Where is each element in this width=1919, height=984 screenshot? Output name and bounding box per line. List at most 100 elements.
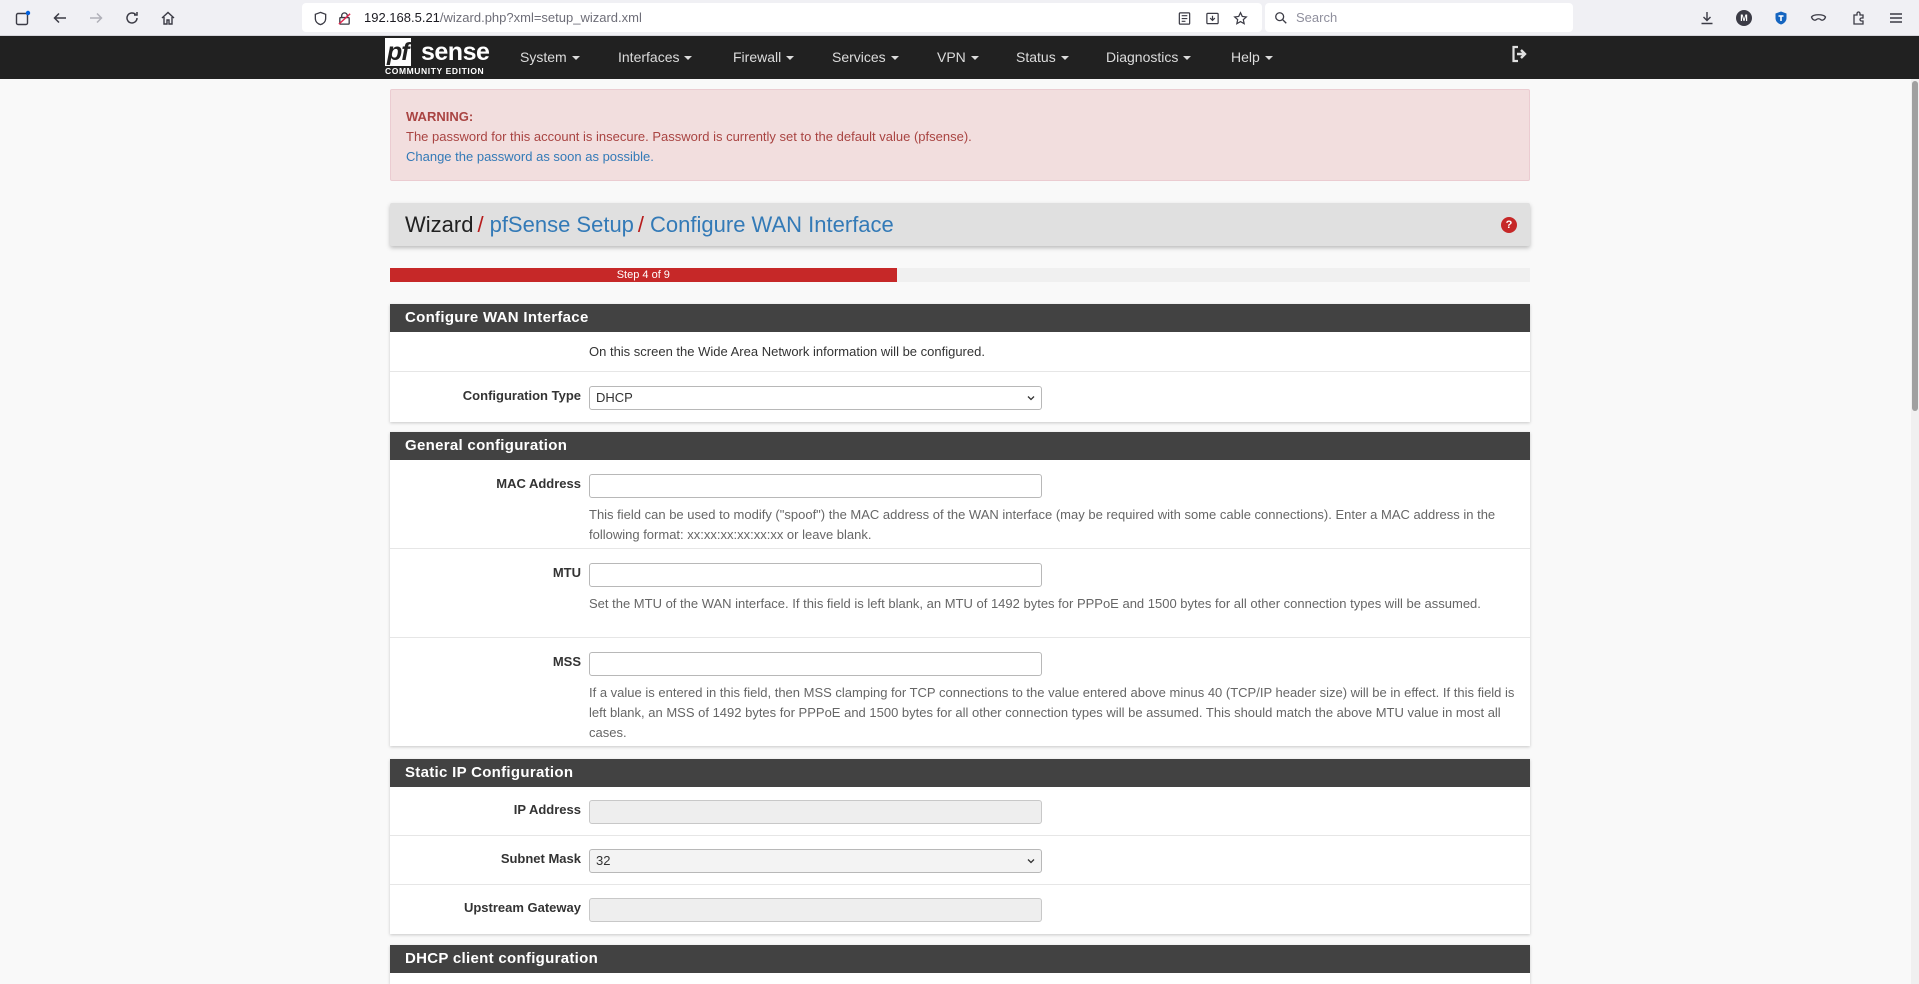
ip-address-wrap bbox=[589, 800, 1524, 824]
menu-hamburger-icon[interactable] bbox=[1884, 6, 1908, 30]
nav-item-label: Help bbox=[1231, 49, 1260, 65]
caret-down-icon bbox=[970, 56, 979, 61]
nav-item-label: VPN bbox=[937, 49, 966, 65]
search-icon bbox=[1269, 6, 1293, 30]
logout-icon[interactable] bbox=[1510, 44, 1532, 66]
mac-address-input[interactable] bbox=[589, 474, 1042, 498]
extension-shield-icon[interactable] bbox=[1769, 6, 1793, 30]
nav-item-label: Interfaces bbox=[618, 49, 680, 65]
change-password-link[interactable]: Change the password as soon as possible. bbox=[406, 147, 1514, 167]
upstream-gateway-wrap bbox=[589, 898, 1524, 922]
url-text[interactable]: 192.168.5.21/wizard.php?xml=setup_wizard… bbox=[364, 10, 642, 25]
configure-wan-panel: Configure WAN Interface On this screen t… bbox=[390, 304, 1530, 422]
search-placeholder: Search bbox=[1296, 10, 1338, 25]
nav-item-diagnostics[interactable]: Diagnostics bbox=[1106, 36, 1192, 79]
mac-address-label: MAC Address bbox=[496, 476, 581, 491]
nav-item-services[interactable]: Services bbox=[832, 36, 899, 79]
breadcrumb-separator: / bbox=[637, 212, 645, 237]
mss-help: If a value is entered in this field, the… bbox=[589, 685, 1515, 740]
upstream-gateway-row: Upstream Gateway bbox=[390, 885, 1530, 934]
help-icon[interactable]: ? bbox=[1501, 217, 1517, 233]
description-row: On this screen the Wide Area Network inf… bbox=[390, 332, 1530, 372]
shield-icon[interactable] bbox=[308, 6, 332, 30]
logo-subtitle: COMMUNITY EDITION bbox=[385, 66, 485, 76]
wizard-progress: Step 4 of 9 bbox=[390, 268, 1530, 282]
panel-heading: Configure WAN Interface bbox=[390, 304, 1530, 332]
panel-heading: Static IP Configuration bbox=[390, 759, 1530, 787]
configuration-type-row: Configuration Type DHCP bbox=[390, 372, 1530, 422]
reload-icon[interactable] bbox=[120, 6, 144, 30]
save-to-pocket-icon[interactable] bbox=[1200, 6, 1224, 30]
home-icon[interactable] bbox=[156, 6, 180, 30]
scrollbar-thumb[interactable] bbox=[1912, 81, 1918, 411]
nav-item-label: Diagnostics bbox=[1106, 49, 1179, 65]
page-scrollbar[interactable] bbox=[1911, 79, 1919, 984]
mtu-wrap: Set the MTU of the WAN interface. If thi… bbox=[589, 563, 1524, 614]
url-bar[interactable]: 192.168.5.21/wizard.php?xml=setup_wizard… bbox=[302, 3, 1262, 32]
mtu-help: Set the MTU of the WAN interface. If thi… bbox=[589, 596, 1481, 611]
wan-description: On this screen the Wide Area Network inf… bbox=[589, 344, 985, 359]
subnet-mask-label: Subnet Mask bbox=[500, 851, 581, 866]
mtu-row: MTU Set the MTU of the WAN interface. If… bbox=[390, 549, 1530, 638]
subnet-mask-wrap: 32 bbox=[589, 849, 1524, 873]
nav-item-interfaces[interactable]: Interfaces bbox=[618, 36, 693, 79]
not-secure-lock-icon[interactable] bbox=[332, 6, 356, 30]
mtu-input[interactable] bbox=[589, 563, 1042, 587]
subnet-mask-row: Subnet Mask 32 bbox=[390, 836, 1530, 885]
caret-down-icon bbox=[1183, 56, 1192, 61]
nav-item-label: System bbox=[520, 49, 567, 65]
mac-address-row: MAC Address This field can be used to mo… bbox=[390, 460, 1530, 549]
configuration-type-value: DHCP bbox=[596, 390, 633, 405]
nav-item-label: Status bbox=[1016, 49, 1056, 65]
panel-heading: General configuration bbox=[390, 432, 1530, 460]
pfsense-logo[interactable]: pf sense COMMUNITY EDITION bbox=[385, 38, 493, 76]
ip-address-row: IP Address bbox=[390, 787, 1530, 836]
caret-down-icon bbox=[890, 56, 899, 61]
breadcrumb-wizard: Wizard bbox=[405, 212, 474, 237]
mss-wrap: If a value is entered in this field, the… bbox=[589, 652, 1524, 743]
nav-item-system[interactable]: System bbox=[520, 36, 580, 79]
back-icon[interactable] bbox=[48, 6, 72, 30]
caret-down-icon bbox=[684, 56, 693, 61]
nav-item-firewall[interactable]: Firewall bbox=[733, 36, 795, 79]
mtu-label: MTU bbox=[552, 565, 581, 580]
alert-message: The password for this account is insecur… bbox=[406, 129, 972, 144]
alert-title: WARNING: bbox=[406, 109, 474, 124]
ip-address-input[interactable] bbox=[589, 800, 1042, 824]
subnet-mask-select[interactable]: 32 bbox=[589, 849, 1042, 873]
subnet-mask-value: 32 bbox=[596, 853, 611, 868]
account-initial: M bbox=[1736, 10, 1752, 26]
upstream-gateway-input[interactable] bbox=[589, 898, 1042, 922]
breadcrumb-pfsense-setup[interactable]: pfSense Setup bbox=[490, 212, 634, 237]
configuration-type-label: Configuration Type bbox=[462, 388, 581, 403]
url-path: /wizard.php?xml=setup_wizard.xml bbox=[439, 10, 642, 25]
tabs-icon[interactable] bbox=[11, 6, 35, 30]
logo-sense: sense bbox=[421, 38, 490, 66]
configuration-type-select[interactable]: DHCP bbox=[589, 386, 1042, 410]
nav-item-status[interactable]: Status bbox=[1016, 36, 1069, 79]
nav-item-label: Services bbox=[832, 49, 886, 65]
static-ip-panel: Static IP Configuration IP Address Subne… bbox=[390, 759, 1530, 934]
caret-down-icon bbox=[786, 56, 795, 61]
search-bar[interactable]: Search bbox=[1265, 3, 1573, 32]
mac-address-wrap: This field can be used to modify ("spoof… bbox=[589, 474, 1524, 545]
forward-icon[interactable] bbox=[84, 6, 108, 30]
extension-mask-icon[interactable] bbox=[1806, 6, 1830, 30]
general-configuration-panel: General configuration MAC Address This f… bbox=[390, 432, 1530, 746]
insecure-password-alert: WARNING: The password for this account i… bbox=[390, 89, 1530, 181]
nav-item-vpn[interactable]: VPN bbox=[937, 36, 979, 79]
breadcrumb-configure-wan[interactable]: Configure WAN Interface bbox=[650, 212, 894, 237]
chevron-down-icon bbox=[1027, 396, 1035, 401]
mac-address-help: This field can be used to modify ("spoof… bbox=[589, 507, 1496, 542]
extensions-puzzle-icon[interactable] bbox=[1847, 6, 1871, 30]
logo-pf: pf bbox=[385, 38, 411, 66]
account-avatar-icon[interactable]: M bbox=[1732, 6, 1756, 30]
bookmark-star-icon[interactable] bbox=[1228, 6, 1252, 30]
mss-input[interactable] bbox=[589, 652, 1042, 676]
browser-toolbar: 192.168.5.21/wizard.php?xml=setup_wizard… bbox=[0, 0, 1919, 36]
nav-item-help[interactable]: Help bbox=[1231, 36, 1273, 79]
mss-row: MSS If a value is entered in this field,… bbox=[390, 638, 1530, 746]
url-host: 192.168.5.21 bbox=[364, 10, 440, 25]
downloads-icon[interactable] bbox=[1695, 6, 1719, 30]
reader-view-icon[interactable] bbox=[1172, 6, 1196, 30]
